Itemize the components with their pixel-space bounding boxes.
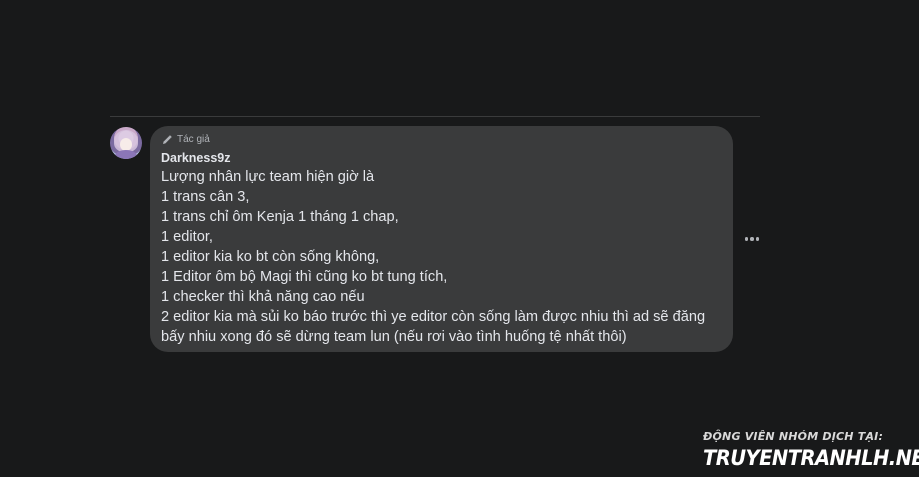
comment-bubble: Tác giả Darkness9z Lượng nhân lực team h… xyxy=(150,126,733,352)
more-options-button[interactable] xyxy=(740,229,764,249)
watermark: ĐỘNG VIÊN NHÓM DỊCH TẠI: TRUYENTRANHLH.N… xyxy=(703,430,919,477)
comment-text: Lượng nhân lực team hiện giờ là 1 trans … xyxy=(161,167,721,347)
comment-author-name[interactable]: Darkness9z xyxy=(161,151,721,166)
divider xyxy=(110,116,760,117)
user-avatar[interactable] xyxy=(110,127,142,159)
comment-line: 1 editor kia ko bt còn sống không, xyxy=(161,249,380,265)
comment-line: 1 trans chỉ ôm Kenja 1 tháng 1 chap, xyxy=(161,209,399,225)
more-options-icon-dot xyxy=(750,237,754,241)
comment-line: 1 editor, xyxy=(161,229,213,245)
author-badge-label: Tác giả xyxy=(177,134,210,145)
more-options-icon-dot xyxy=(755,237,760,241)
comment-line: bấy nhiu xong đó sẽ dừng team lun (nếu r… xyxy=(161,329,627,345)
more-options-icon-dot xyxy=(744,237,749,241)
comment-line: 1 trans cân 3, xyxy=(161,189,250,205)
comment-line: Lượng nhân lực team hiện giờ là xyxy=(161,169,375,185)
comment-line: 1 Editor ôm bộ Magi thì cũng ko bt tung … xyxy=(161,269,448,285)
comment-line: 1 checker thì khả năng cao nếu xyxy=(161,289,365,305)
avatar-body xyxy=(115,150,137,159)
comment-page: Tác giả Darkness9z Lượng nhân lực team h… xyxy=(0,0,919,477)
watermark-tagline: ĐỘNG VIÊN NHÓM DỊCH TẠI: xyxy=(703,430,884,443)
comment-line: 2 editor kia mà sủi ko báo trước thì ye … xyxy=(161,309,706,325)
watermark-site: TRUYENTRANHLH.NET xyxy=(703,446,919,470)
author-badge: Tác giả xyxy=(161,133,721,147)
pencil-icon xyxy=(161,134,173,146)
